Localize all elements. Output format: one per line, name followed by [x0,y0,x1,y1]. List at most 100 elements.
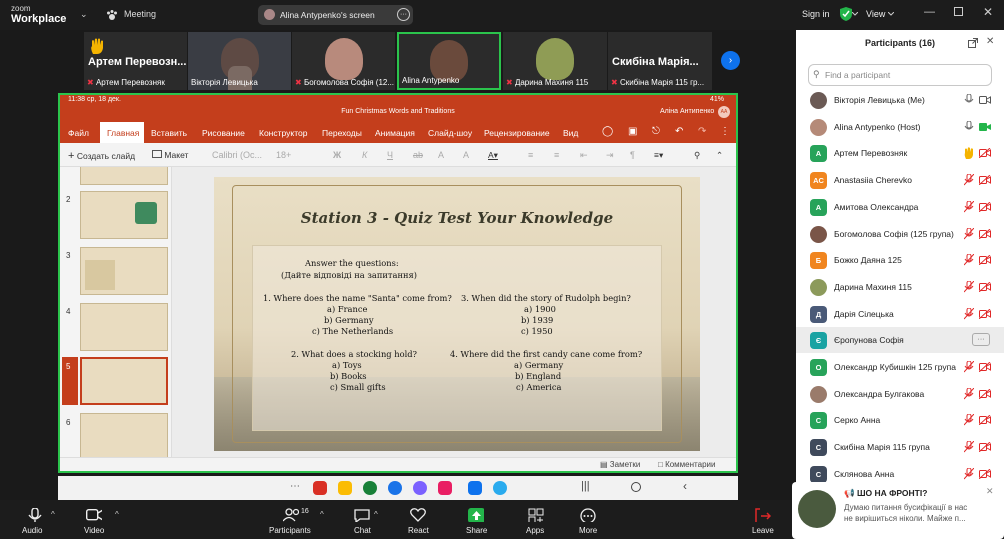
video-camera-icon[interactable] [86,508,102,522]
participant-row[interactable]: AC Anastasiia Cherevko [796,167,1004,193]
underline-icon[interactable]: Ч [387,150,393,160]
layout-button[interactable]: Макет [152,150,188,160]
video-tile-active-speaker[interactable]: Alina Antypenko [397,32,501,90]
participant-row[interactable]: О Олександр Кубишкін 125 група [796,354,1004,380]
video-off-icon[interactable] [979,415,991,426]
microphone-muted-icon[interactable] [964,307,974,320]
search-icon[interactable]: ⚲ [694,150,700,161]
close-icon[interactable]: ✕ [983,5,993,19]
video-off-icon[interactable] [979,362,991,372]
microphone-muted-icon[interactable] [964,200,974,213]
paragraph-icon[interactable]: ¶ [630,150,635,160]
video-off-icon[interactable] [979,281,991,292]
current-slide[interactable]: Station 3 - Quiz Test Your Knowledge Ans… [214,177,700,451]
video-on-icon[interactable] [979,122,991,132]
microphone-muted-icon[interactable] [964,227,974,240]
microphone-muted-icon[interactable] [964,174,974,186]
app-icon[interactable] [438,481,452,495]
video-off-icon[interactable] [979,175,991,186]
video-tile[interactable]: ✖ Дарина Махиня 115 [503,32,607,90]
react-button-label[interactable]: React [408,526,429,535]
slide-thumbnail[interactable] [80,167,168,185]
view-menu[interactable]: View [866,9,885,19]
audio-button-label[interactable]: Audio [22,526,42,535]
slide-thumbnail[interactable] [80,413,168,457]
heart-react-icon[interactable] [410,508,426,522]
more-button-label[interactable]: More [579,526,597,535]
participant-row[interactable]: Б Божко Даяна 125 [796,247,1004,273]
video-tile[interactable]: Вікторія Левицька [188,32,291,90]
menu-file[interactable]: Файл [68,128,89,138]
pop-out-icon[interactable] [968,38,978,48]
app-icon[interactable] [313,481,327,495]
chevron-up-icon[interactable]: ^ [374,510,378,519]
chevron-down-icon[interactable] [852,12,858,16]
microphone-icon[interactable] [964,120,974,133]
highlight-icon[interactable]: A [438,150,444,160]
close-icon[interactable]: ✕ [986,486,994,497]
app-icon[interactable] [388,481,402,495]
meeting-label[interactable]: Meeting [124,9,156,19]
microphone-muted-icon[interactable] [964,414,974,426]
menu-insert[interactable]: Вставить [151,128,187,138]
recents-icon[interactable]: ||| [581,480,590,492]
indent-increase-icon[interactable]: ⇥ [606,150,614,161]
zoom-app-icon[interactable] [468,481,482,495]
app-icon[interactable] [363,481,377,495]
menu-slideshow[interactable]: Слайд-шоу [428,128,472,138]
align-icon[interactable]: ≡▾ [654,150,663,161]
participant-row[interactable]: Д Дарія Сілецька [796,301,1004,327]
chevron-up-icon[interactable]: ^ [115,510,119,519]
numbered-list-icon[interactable]: ≡ [554,150,559,160]
video-off-icon[interactable] [979,201,991,212]
minimize-icon[interactable]: — [924,6,935,18]
chevron-up-icon[interactable]: ^ [51,510,55,519]
microphone-muted-icon[interactable] [964,387,974,400]
chat-icon[interactable] [354,508,370,522]
restore-icon[interactable] [954,7,963,16]
video-off-icon[interactable] [979,255,991,266]
bullet-list-icon[interactable]: ≡ [528,150,533,160]
notes-button[interactable]: ▤ Заметки [600,460,640,469]
video-button-label[interactable]: Video [84,526,104,535]
video-off-icon[interactable] [979,442,991,453]
find-participant-input[interactable]: ⚲ Find a participant [808,64,992,86]
sign-in-link[interactable]: Sign in [802,9,830,19]
app-icon[interactable] [413,481,427,495]
share-icon[interactable]: ⎋ [652,126,660,137]
apps-icon[interactable] [528,508,544,522]
raised-hand-icon[interactable] [964,147,974,160]
new-slide-button[interactable]: + Создать слайд [68,150,135,162]
participant-row[interactable]: А Артем Перевозняк [796,140,1004,166]
menu-transitions[interactable]: Переходы [322,128,362,138]
participant-row[interactable]: Олександра Булгакова [796,381,1004,407]
indent-decrease-icon[interactable]: ⇤ [580,150,588,161]
share-button-label[interactable]: Share [466,526,487,535]
slide-thumbnail-selected[interactable] [80,357,168,405]
back-icon[interactable]: ‹ [683,479,687,493]
video-tile[interactable]: Скибіна Марія... ✖ Скибіна Марія 115 гр.… [608,32,712,90]
present-icon[interactable]: ▣ [628,126,637,137]
notification-toast[interactable]: 📢 ШО НА ФРОНТІ? Думаю питання бусифікаці… [792,482,1004,539]
apps-button-label[interactable]: Apps [526,526,544,535]
more-options-icon[interactable]: ··· [397,8,410,21]
leave-icon[interactable] [755,508,771,522]
microphone-icon[interactable] [27,508,43,522]
user-avatar[interactable]: АА [718,106,730,118]
participants-button-label[interactable]: Participants [269,526,311,535]
participant-row[interactable]: Вікторія Левицька (Me) [796,87,1004,113]
paw-icon[interactable] [106,9,118,21]
microphone-icon[interactable] [964,94,974,106]
more-icon[interactable] [580,508,596,522]
chevron-up-icon[interactable]: ^ [320,510,324,519]
video-tile[interactable]: ✖ Богомолова Софія (12... [292,32,395,90]
strikethrough-icon[interactable]: ab [413,150,423,160]
share-screen-icon[interactable] [468,508,484,522]
font-family-select[interactable]: Calibri (Ос... [212,150,262,160]
menu-draw[interactable]: Рисование [202,128,245,138]
bold-icon[interactable]: Ж [333,150,341,160]
participant-row[interactable]: А Амитова Олександра [796,194,1004,220]
shared-screen-pill[interactable]: Alina Antypenko's screen ··· [258,5,413,25]
participants-icon[interactable] [283,508,299,522]
video-tile[interactable]: Артем Перевозн... ✖ Артем Перевозняк [84,32,187,90]
